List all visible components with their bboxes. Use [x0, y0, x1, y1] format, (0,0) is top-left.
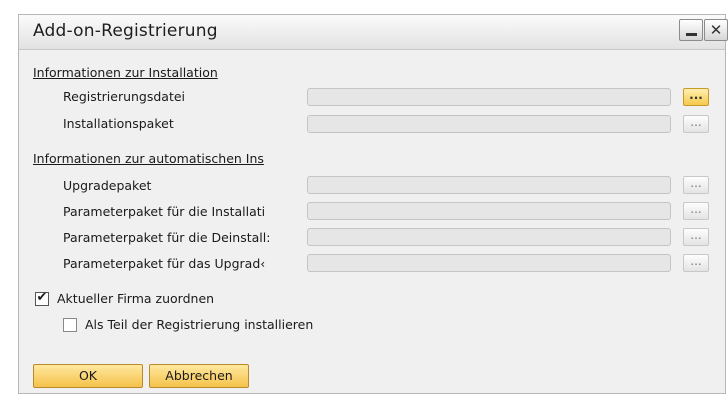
- cancel-button[interactable]: Abbrechen: [149, 364, 249, 388]
- registrierungsdatei-browse-button[interactable]: ...: [683, 88, 709, 106]
- section-heading-installation: Informationen zur Installation: [33, 65, 218, 80]
- parameterpaket-deinstallation-field[interactable]: [307, 228, 671, 246]
- dialog-title: Add-on-Registrierung: [33, 21, 218, 41]
- parameterpaket-upgrade-field[interactable]: [307, 254, 671, 272]
- install-as-part-label[interactable]: Als Teil der Registrierung installieren: [85, 317, 313, 332]
- label-installationspaket: Installationspaket: [63, 116, 174, 131]
- checkmark-icon: ✔: [36, 290, 48, 305]
- label-parameterpaket-upgrade: Parameterpaket für das Upgrad‹: [63, 256, 266, 271]
- minimize-icon: [686, 33, 697, 36]
- add-on-registration-dialog: Add-on-Registrierung ✕ Informationen zur…: [18, 14, 728, 394]
- label-parameterpaket-installation: Parameterpaket für die Installati: [63, 204, 266, 219]
- title-bar[interactable]: Add-on-Registrierung ✕: [19, 15, 728, 50]
- label-upgradepaket: Upgradepaket: [63, 178, 152, 193]
- ok-button[interactable]: OK: [33, 364, 143, 388]
- minimize-button[interactable]: [679, 19, 703, 41]
- parameterpaket-upgrade-browse-button[interactable]: ...: [683, 254, 709, 272]
- close-button[interactable]: ✕: [704, 19, 728, 41]
- install-as-part-checkbox[interactable]: [63, 318, 77, 332]
- upgradepaket-field[interactable]: [307, 176, 671, 194]
- assign-company-label[interactable]: Aktueller Firma zuordnen: [57, 291, 214, 306]
- parameterpaket-installation-field[interactable]: [307, 202, 671, 220]
- close-icon: ✕: [709, 21, 723, 39]
- label-parameterpaket-deinstallation: Parameterpaket für die Deinstall:: [63, 230, 271, 245]
- label-registrierungsdatei: Registrierungsdatei: [63, 89, 186, 104]
- parameterpaket-installation-browse-button[interactable]: ...: [683, 202, 709, 220]
- installationspaket-browse-button[interactable]: ...: [683, 115, 709, 133]
- assign-company-checkbox[interactable]: ✔: [35, 290, 49, 306]
- registrierungsdatei-field[interactable]: [307, 88, 671, 106]
- parameterpaket-deinstallation-browse-button[interactable]: ...: [683, 228, 709, 246]
- section-heading-automatic-installation: Informationen zur automatischen Ins: [33, 151, 264, 166]
- installationspaket-field[interactable]: [307, 115, 671, 133]
- upgradepaket-browse-button[interactable]: ...: [683, 176, 709, 194]
